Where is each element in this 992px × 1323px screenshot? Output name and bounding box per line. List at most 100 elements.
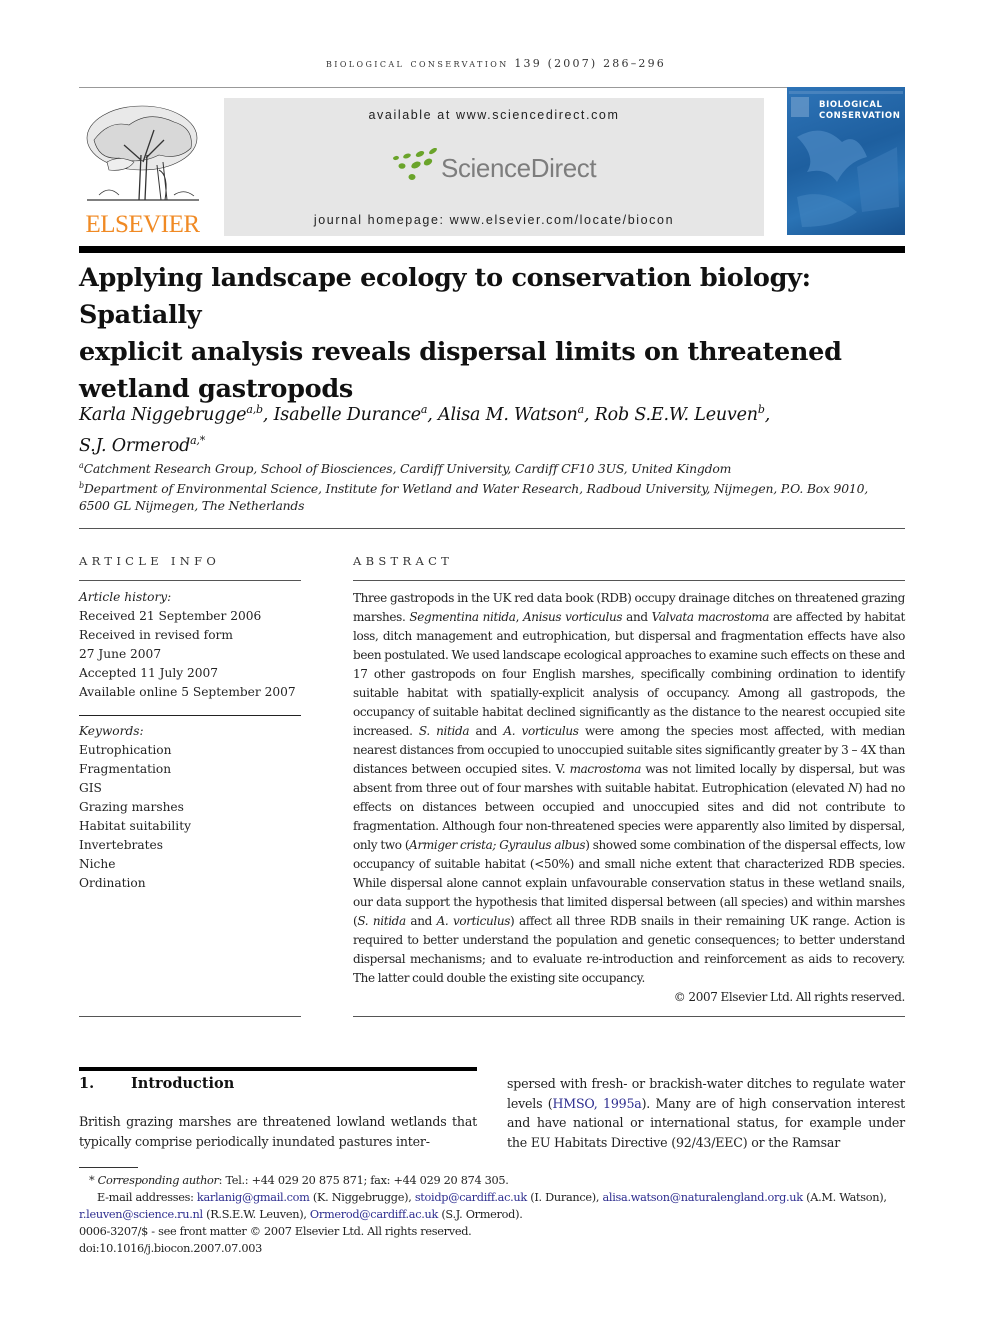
keyword-item: Ordination xyxy=(79,876,146,890)
author-separator: , xyxy=(262,404,274,425)
abstract-bottom-rule xyxy=(353,1016,905,1017)
article-history: Article history: Received 21 September 2… xyxy=(79,588,301,702)
email-owner: (K. Niggebrugge), xyxy=(309,1191,415,1204)
abstract-text: Three gastropods in the UK red data book… xyxy=(353,589,905,988)
email-link[interactable]: stoidp@cardiff.ac.uk xyxy=(415,1191,527,1204)
journal-name: biological conservation xyxy=(326,56,509,70)
front-matter: 0006-3207/$ - see front matter © 2007 El… xyxy=(79,1225,472,1238)
article-info-heading: ARTICLE INFO xyxy=(79,554,221,568)
keyword-item: Habitat suitability xyxy=(79,819,191,833)
title-line-1: Applying landscape ecology to conservati… xyxy=(79,263,811,330)
history-label: Article history: xyxy=(79,590,172,604)
footnote-rule xyxy=(79,1167,138,1168)
abstract-italic-term: Segmentina nitida xyxy=(409,610,516,624)
history-item: Accepted 11 July 2007 xyxy=(79,666,219,680)
email-label: E-mail addresses: xyxy=(97,1191,197,1204)
sciencedirect-wordmark: ScienceDirect xyxy=(441,153,597,183)
footnotes: * Corresponding author: Tel.: +44 029 20… xyxy=(79,1172,909,1257)
cover-title-line2: CONSERVATION xyxy=(819,111,901,121)
article-title: Applying landscape ecology to conservati… xyxy=(79,260,909,408)
title-line-2: explicit analysis reveals dispersal limi… xyxy=(79,337,842,367)
journal-homepage-link[interactable]: journal homepage: www.elsevier.com/locat… xyxy=(224,213,764,227)
citation: 139 (2007) 286–296 xyxy=(514,57,666,70)
introduction-heading: 1. Introduction xyxy=(79,1075,234,1092)
email-owner: (S.J. Ormerod). xyxy=(438,1208,523,1221)
email-addresses: E-mail addresses: karlanig@gmail.com (K.… xyxy=(79,1189,909,1223)
author-name[interactable]: S.J. Ormerod xyxy=(79,436,190,456)
section-title: Introduction xyxy=(131,1075,235,1092)
abstract-copyright: © 2007 Elsevier Ltd. All rights reserved… xyxy=(673,990,906,1004)
abstract-text-segment: and xyxy=(622,610,652,624)
corresponding-label: Corresponding author xyxy=(97,1174,219,1187)
cover-title: BIOLOGICAL CONSERVATION xyxy=(819,100,900,122)
affiliation-text: Catchment Research Group, School of Bios… xyxy=(83,461,732,477)
cover-title-line1: BIOLOGICAL xyxy=(819,100,883,110)
doi[interactable]: doi:10.1016/j.biocon.2007.07.003 xyxy=(79,1240,909,1257)
elsevier-wordmark: ELSEVIER xyxy=(85,211,200,238)
keywords-rule xyxy=(79,715,301,716)
title-rule xyxy=(79,246,905,253)
keyword-item: Eutrophication xyxy=(79,743,172,757)
abstract-italic-term: A. vorticulus xyxy=(436,914,511,928)
introduction-right-column: spersed with fresh- or brackish-water di… xyxy=(507,1074,905,1152)
affiliation-b-cont: 6500 GL Nijmegen, The Netherlands xyxy=(79,498,305,513)
introduction-rule xyxy=(79,1067,477,1071)
history-item: Available online 5 September 2007 xyxy=(79,685,296,699)
article-info-bottom-rule xyxy=(79,1016,301,1017)
history-item: Received 21 September 2006 xyxy=(79,609,262,623)
author-separator: , xyxy=(583,404,595,425)
keyword-item: Fragmentation xyxy=(79,762,172,776)
abstract-italic-term: S. nitida xyxy=(357,914,406,928)
abstract-italic-term: Valvata macrostoma xyxy=(651,610,770,624)
section-number: 1. xyxy=(79,1075,95,1092)
abstract-body: Three gastropods in the UK red data book… xyxy=(353,589,905,1007)
abstract-text-segment: and xyxy=(469,724,504,738)
citation-link[interactable]: HMSO, 1995a xyxy=(553,1096,642,1111)
email-link[interactable]: karlanig@gmail.com xyxy=(197,1191,310,1204)
author-affil-sup: a,b xyxy=(246,403,263,416)
abstract-italic-term: N xyxy=(847,781,859,795)
author-name[interactable]: Isabelle Durance xyxy=(274,405,422,425)
abstract-italic-term: A. vorticulus xyxy=(503,724,579,738)
author-affil-sup: b xyxy=(757,403,765,416)
affiliation-rule xyxy=(79,528,905,529)
author-name[interactable]: Alisa M. Watson xyxy=(438,405,578,425)
introduction-left-column: British grazing marshes are threatened l… xyxy=(79,1114,477,1149)
article-info-rule xyxy=(79,580,301,581)
abstract-heading: ABSTRACT xyxy=(353,554,454,568)
abstract-text-segment: , xyxy=(515,610,523,624)
email-owner: (R.S.E.W. Leuven), xyxy=(202,1208,310,1221)
abstract-italic-term: macrostoma xyxy=(569,762,642,776)
running-head: biological conservation 139 (2007) 286–2… xyxy=(0,56,992,70)
keywords-label: Keywords: xyxy=(79,724,144,738)
author-name[interactable]: Rob S.E.W. Leuven xyxy=(595,405,758,425)
keyword-item: GIS xyxy=(79,781,102,795)
history-item: Received in revised form xyxy=(79,628,233,642)
affiliation-text: Department of Environmental Science, Ins… xyxy=(83,481,868,497)
keyword-item: Grazing marshes xyxy=(79,800,184,814)
author-list: Karla Niggebruggea,b, Isabelle Durance a,… xyxy=(79,397,909,459)
asterisk-marker: * xyxy=(89,1174,98,1187)
abstract-rule xyxy=(353,580,905,581)
keyword-item: Invertebrates xyxy=(79,838,163,852)
abstract-italic-term: Anisus vorticulus xyxy=(522,610,623,624)
email-link[interactable]: Ormerod@cardiff.ac.uk xyxy=(310,1208,438,1221)
abstract-italic-term: S. nitida xyxy=(418,724,470,738)
abstract-text-segment: and xyxy=(405,914,437,928)
email-link[interactable]: r.leuven@science.ru.nl xyxy=(79,1208,203,1221)
author-separator: , xyxy=(764,404,771,425)
email-owner: (I. Durance), xyxy=(526,1191,603,1204)
corresponding-text: : Tel.: +44 029 20 875 871; fax: +44 029… xyxy=(218,1174,509,1187)
keywords-list: Keywords: Eutrophication Fragmentation G… xyxy=(79,722,301,893)
abstract-text-segment: are affected by habitat loss, ditch mana… xyxy=(353,610,905,738)
corresponding-author-note: * Corresponding author: Tel.: +44 029 20… xyxy=(79,1172,909,1189)
keyword-item: Niche xyxy=(79,857,116,871)
abstract-italic-term: Armiger crista; Gyraulus albus xyxy=(409,838,586,852)
author-name[interactable]: Karla Niggebrugge xyxy=(79,405,247,425)
email-link[interactable]: alisa.watson@naturalengland.org.uk xyxy=(602,1191,803,1204)
history-item: 27 June 2007 xyxy=(79,647,162,661)
author-affil-sup: a,* xyxy=(190,433,206,447)
header-top-rule xyxy=(79,87,905,88)
email-owner: (A.M. Watson), xyxy=(802,1191,887,1204)
available-at-link[interactable]: available at www.sciencedirect.com xyxy=(224,108,764,122)
